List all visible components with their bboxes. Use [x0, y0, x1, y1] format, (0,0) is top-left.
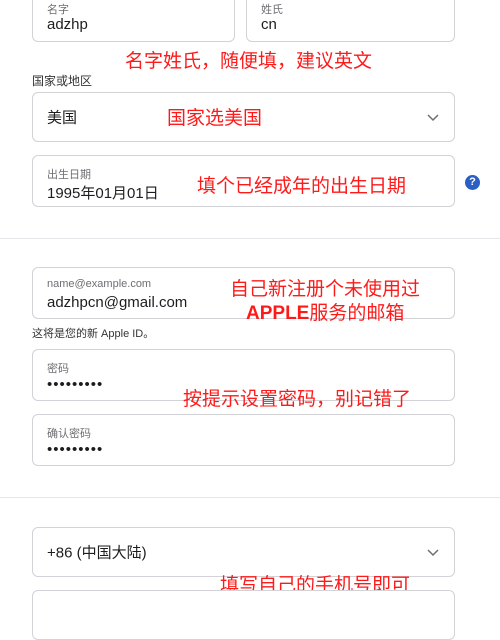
confirm-password-value: •••••••••	[47, 441, 104, 458]
password-label: 密码	[47, 363, 69, 375]
first-name-field[interactable]: 名字 adzhp	[32, 0, 235, 42]
email-annotation-line2: APPLE服务的邮箱	[246, 298, 404, 325]
name-annotation: 名字姓氏，随便填，建议英文	[125, 50, 373, 72]
first-name-value: adzhp	[47, 16, 88, 33]
confirm-password-label: 确认密码	[47, 428, 91, 440]
birthday-annotation: 填个已经成年的出生日期	[197, 175, 407, 197]
confirm-password-field[interactable]: 确认密码 •••••••••	[32, 414, 455, 466]
password-value: •••••••••	[47, 376, 104, 393]
chevron-down-icon	[427, 114, 439, 122]
help-icon[interactable]: ?	[465, 175, 480, 190]
last-name-label: 姓氏	[261, 4, 283, 16]
email-annotation-rest: 服务的邮箱	[309, 302, 405, 324]
section-divider-2	[0, 497, 500, 498]
phone-region-value: +86 (中国大陆)	[47, 544, 147, 562]
password-annotation: 按提示设置密码，别记错了	[183, 388, 412, 410]
section-divider-1	[0, 238, 500, 239]
last-name-field[interactable]: 姓氏 cn	[246, 0, 455, 42]
email-annotation-apple: APPLE	[246, 303, 310, 324]
email-annotation-line1: 自己新注册个未使用过	[230, 278, 421, 300]
birthday-value: 1995年01月01日	[47, 185, 159, 202]
last-name-value: cn	[261, 16, 277, 33]
birthday-label: 出生日期	[47, 169, 91, 181]
phone-number-field[interactable]	[32, 590, 455, 640]
country-annotation: 国家选美国	[167, 107, 263, 129]
email-placeholder-label: name@example.com	[47, 278, 152, 290]
country-value: 美国	[47, 109, 78, 127]
first-name-label: 名字	[47, 4, 69, 16]
country-label: 国家或地区	[32, 74, 93, 88]
apple-id-note: 这将是您的新 Apple ID。	[32, 328, 155, 340]
email-value: adzhpcn@gmail.com	[47, 294, 188, 311]
chevron-down-icon	[427, 549, 439, 557]
